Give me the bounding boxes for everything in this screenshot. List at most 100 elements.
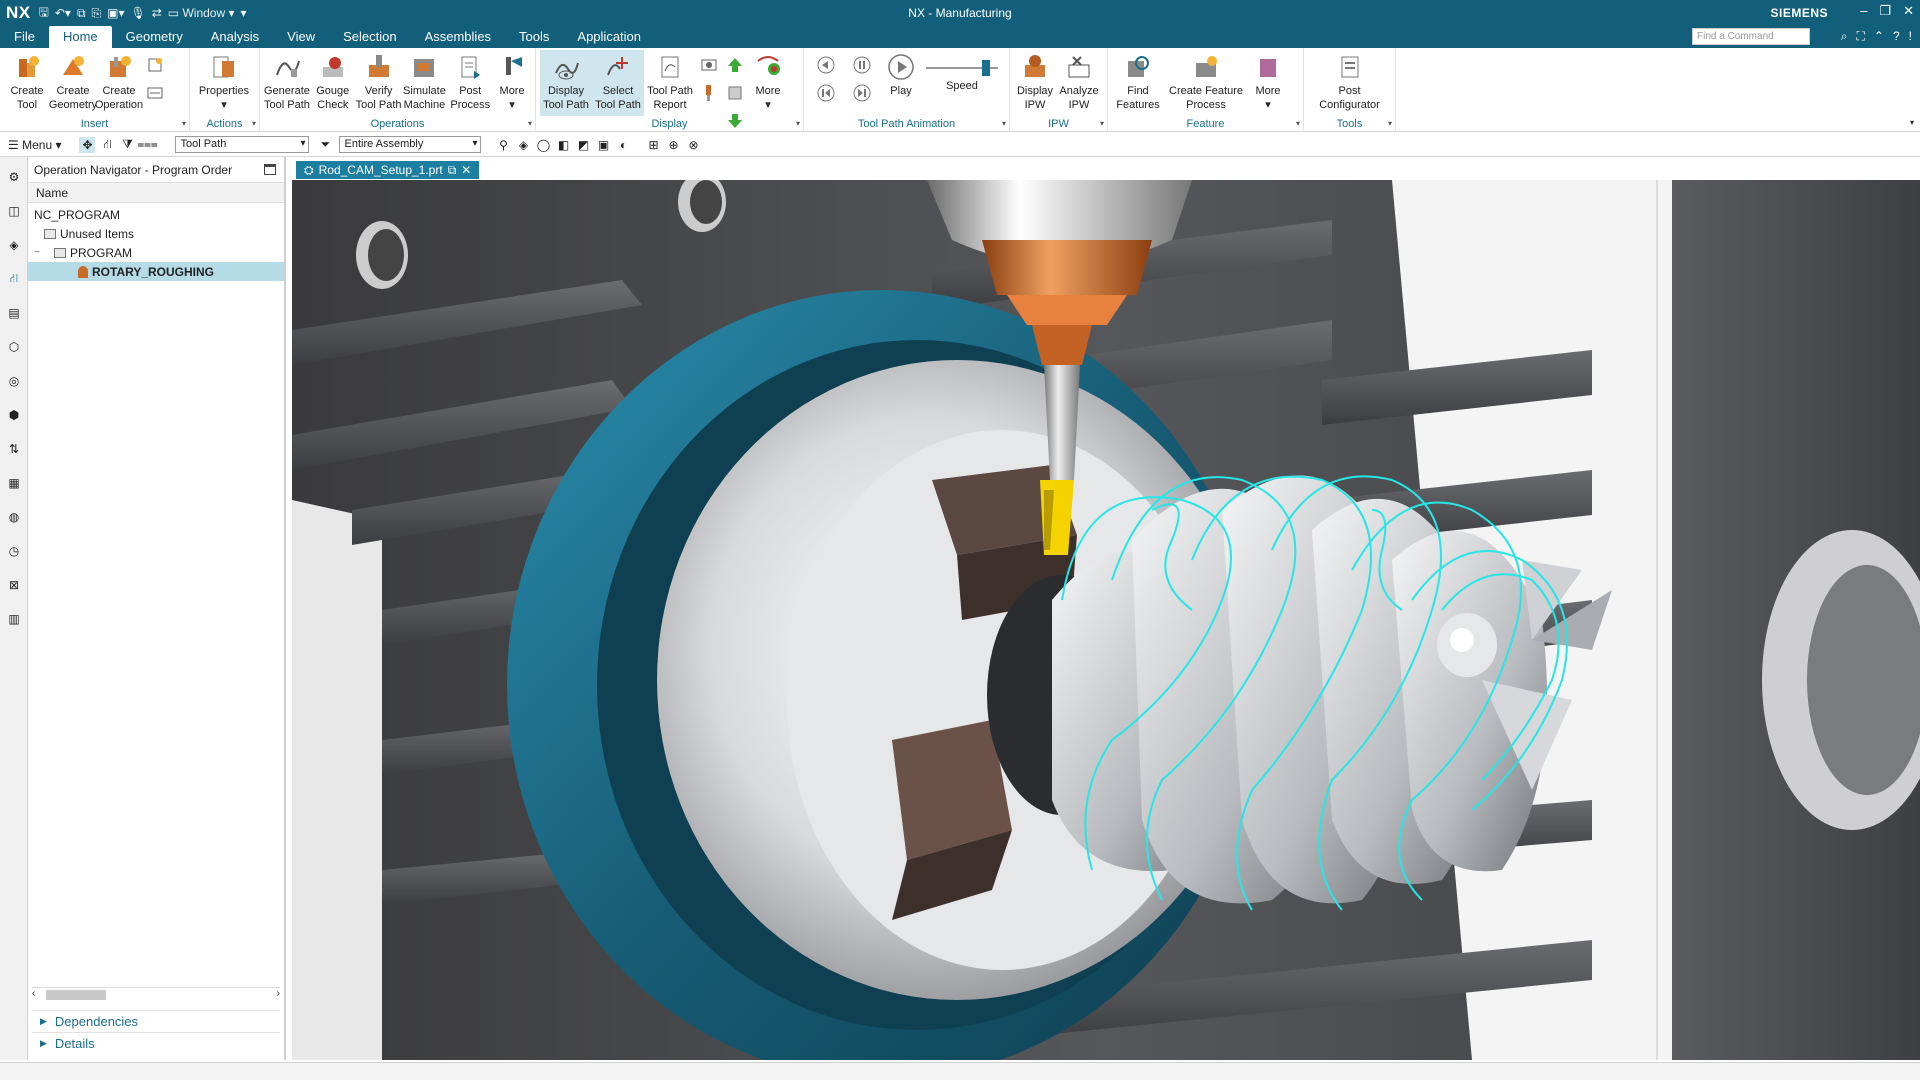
tab-analysis[interactable]: Analysis xyxy=(197,26,273,48)
filter-funnel-icon[interactable]: ⏷ xyxy=(317,137,333,153)
play-button[interactable]: Play xyxy=(880,50,922,116)
verify-tool-path-button[interactable]: Verify Tool Path xyxy=(356,50,402,116)
collapse-ribbon-icon[interactable]: ⌃ xyxy=(1874,29,1884,44)
minimize-icon[interactable]: – xyxy=(1860,3,1867,19)
select-circle-icon[interactable]: ◯ xyxy=(535,137,551,153)
save-icon[interactable]: 🖫 xyxy=(39,3,49,24)
type-filter-select[interactable]: Tool Path xyxy=(175,136,310,153)
operations-more-button[interactable]: More ▾ xyxy=(493,50,531,116)
expand-tree-icon[interactable]: ⧩ xyxy=(119,137,135,153)
feature-more-button[interactable]: More ▾ xyxy=(1248,50,1288,116)
group-dropdown-icon[interactable]: ▾ xyxy=(796,119,800,128)
web-browser-icon[interactable]: ◍ xyxy=(0,503,28,531)
tab-close-icon[interactable]: ✕ xyxy=(461,163,471,177)
create-program-icon[interactable] xyxy=(146,84,164,102)
snap-point-icon[interactable]: ◈ xyxy=(515,137,531,153)
display-list-icon[interactable] xyxy=(726,84,744,102)
display-more-button[interactable]: More ▾ xyxy=(748,50,788,116)
scope-select[interactable]: Entire Assembly xyxy=(339,136,482,153)
graphics-window[interactable] xyxy=(292,180,1920,1060)
part-navigator-icon[interactable]: ◫ xyxy=(0,197,28,225)
alert-icon[interactable]: ! xyxy=(1909,29,1912,44)
arrow-up-icon[interactable] xyxy=(726,56,744,74)
tab-assemblies[interactable]: Assemblies xyxy=(411,26,505,48)
tree-node-program[interactable]: − PROGRAM xyxy=(28,243,284,262)
group-dropdown-icon[interactable]: ▾ xyxy=(182,119,186,128)
selection-filter-icon[interactable]: ⚲ xyxy=(495,137,511,153)
group-dropdown-icon[interactable]: ▾ xyxy=(1002,119,1006,128)
column-header-name[interactable]: Name xyxy=(28,183,284,203)
step-back-icon[interactable] xyxy=(817,56,835,74)
show-hide-icon[interactable]: ◐ xyxy=(615,137,631,153)
close-icon[interactable]: ✕ xyxy=(1903,3,1914,19)
command-search-input[interactable]: Find a Command xyxy=(1692,28,1810,45)
create-geometry-button[interactable]: Create Geometry xyxy=(49,50,97,116)
copy-icon[interactable]: ⧉ xyxy=(77,6,86,21)
help-icon[interactable]: ? xyxy=(1893,29,1900,44)
switch-window-icon[interactable]: ⇄ xyxy=(152,6,162,20)
post-configurator-button[interactable]: Post Configurator xyxy=(1308,50,1391,116)
tab-file[interactable]: File xyxy=(0,26,49,48)
fast-forward-icon[interactable] xyxy=(853,84,871,102)
group-dropdown-icon[interactable]: ▾ xyxy=(1296,119,1300,128)
select-tool-path-button[interactable]: Select Tool Path xyxy=(592,50,644,116)
tree-node-nc-program[interactable]: NC_PROGRAM xyxy=(28,205,284,224)
group-dropdown-icon[interactable]: ▾ xyxy=(1388,119,1392,128)
select-feature-icon[interactable]: ▣ xyxy=(595,137,611,153)
generate-tool-path-button[interactable]: Generate Tool Path xyxy=(264,50,310,116)
display-tool-path-button[interactable]: Display Tool Path xyxy=(540,50,592,116)
constraint-navigator-icon[interactable]: ⇅ xyxy=(0,435,28,463)
operation-navigator-icon[interactable]: ⛙ xyxy=(0,265,28,293)
tree-node-unused-items[interactable]: Unused Items xyxy=(28,224,284,243)
tool-path-report-button[interactable]: Tool Path Report xyxy=(644,50,696,116)
scrollbar-thumb[interactable] xyxy=(46,990,106,1000)
create-operation-button[interactable]: Create Operation xyxy=(95,50,143,116)
horizontal-scrollbar[interactable]: ‹ › xyxy=(32,987,280,1001)
clock-icon[interactable]: ◷ xyxy=(0,537,28,565)
select-face-icon[interactable]: ◧ xyxy=(555,137,571,153)
find-features-button[interactable]: Find Features xyxy=(1112,50,1164,116)
manufacturing-wizard-icon[interactable]: ▥ xyxy=(0,605,28,633)
paste-icon[interactable]: ⎘ xyxy=(92,6,102,21)
group-dropdown-icon[interactable]: ▾ xyxy=(528,119,532,128)
select-body-icon[interactable]: ◩ xyxy=(575,137,591,153)
create-feature-process-button[interactable]: Create Feature Process xyxy=(1164,50,1248,116)
tab-selection[interactable]: Selection xyxy=(329,26,410,48)
tab-application[interactable]: Application xyxy=(563,26,655,48)
tree-node-rotary-roughing[interactable]: ROTARY_ROUGHING xyxy=(28,262,284,281)
view-render-icon[interactable]: ⊗ xyxy=(685,137,701,153)
tab-tools[interactable]: Tools xyxy=(505,26,563,48)
undo-icon[interactable]: ↶▾ xyxy=(55,6,71,20)
tab-view[interactable]: View xyxy=(273,26,329,48)
mic-icon[interactable]: 🎙 xyxy=(131,6,146,20)
scroll-right-icon[interactable]: › xyxy=(277,988,280,999)
process-studio-icon[interactable]: ⊠ xyxy=(0,571,28,599)
pause-icon[interactable] xyxy=(853,56,871,74)
speed-slider-thumb[interactable] xyxy=(982,60,990,76)
collapse-icon[interactable]: − xyxy=(34,247,44,258)
document-tab[interactable]: ⛭ Rod_CAM_Setup_1.prt ⧉ ✕ xyxy=(296,161,480,179)
view-fit-icon[interactable]: ⊞ xyxy=(645,137,661,153)
menu-button[interactable]: ☰ Menu ▾ xyxy=(8,138,61,152)
assembly-navigator-icon[interactable]: ◈ xyxy=(0,231,28,259)
group-dropdown-icon[interactable]: ▾ xyxy=(252,119,256,128)
ribbon-expand-icon[interactable]: ▾ xyxy=(1910,118,1914,127)
touch-mode-icon[interactable]: ▣▾ xyxy=(107,6,124,20)
gouge-check-button[interactable]: Gouge Check xyxy=(310,50,356,116)
history-icon[interactable]: ⬢ xyxy=(0,401,28,429)
view-orient-icon[interactable]: ⊕ xyxy=(665,137,681,153)
search-icon[interactable]: ⌕ xyxy=(1841,29,1848,44)
fullscreen-icon[interactable]: ⛶ xyxy=(1857,29,1865,44)
group-dropdown-icon[interactable]: ▾ xyxy=(1100,119,1104,128)
rewind-icon[interactable] xyxy=(817,84,835,102)
tab-geometry[interactable]: Geometry xyxy=(112,26,197,48)
properties-button[interactable]: Properties ▾ xyxy=(194,50,254,116)
create-tool-button[interactable]: Create Tool xyxy=(4,50,50,116)
dependencies-panel[interactable]: ▶ Dependencies xyxy=(32,1010,280,1032)
tab-home[interactable]: Home xyxy=(48,26,112,48)
feature-navigator-icon[interactable]: ▦ xyxy=(0,469,28,497)
scroll-left-icon[interactable]: ‹ xyxy=(32,988,35,999)
display-mode-icon[interactable] xyxy=(700,56,718,74)
machine-tool-navigator-icon[interactable]: ▤ xyxy=(0,299,28,327)
analyze-ipw-button[interactable]: Analyze IPW xyxy=(1056,50,1102,116)
